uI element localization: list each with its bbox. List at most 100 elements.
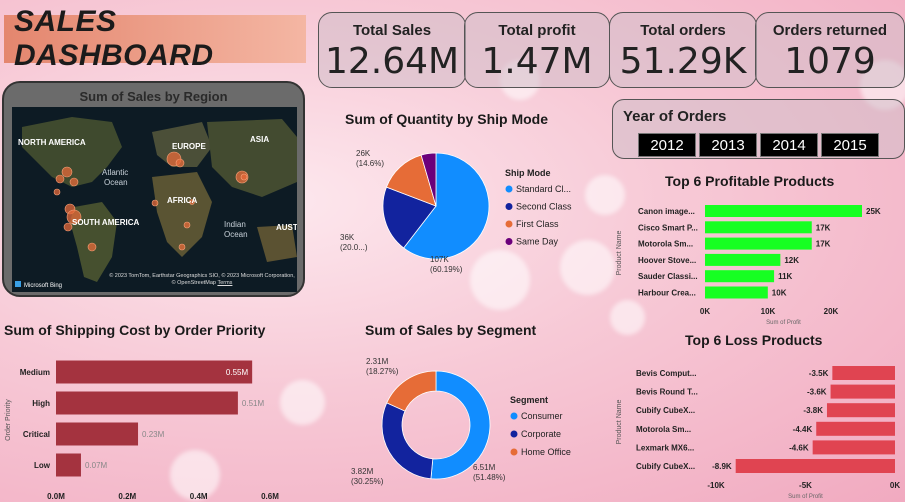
legend-item[interactable]: Consumer xyxy=(521,411,563,421)
pie-chart-ship-mode[interactable]: 107K (60.19%) 36K (20.0...) 26K (14.6%) Ship M… xyxy=(318,132,608,292)
legend-item[interactable]: Same Day xyxy=(516,237,559,247)
sales-bubble[interactable] xyxy=(151,199,159,207)
x-tick-label: 0.6M xyxy=(261,492,279,501)
x-axis-label: Sum of Profit xyxy=(766,320,801,326)
x-tick-label: 0.2M xyxy=(118,492,136,501)
bar[interactable] xyxy=(56,360,253,384)
map-region-label: EUROPE xyxy=(172,142,206,151)
map-card-sales-by-region[interactable]: Sum of Sales by Region NORTH AMERICA EUR… xyxy=(2,81,305,297)
data-label: 10K xyxy=(772,289,787,298)
year-slicer-label: Year of Orders xyxy=(623,108,727,125)
bar[interactable] xyxy=(56,453,81,477)
year-button-2013[interactable]: 2013 xyxy=(699,133,757,157)
sales-bubble[interactable] xyxy=(178,243,186,251)
bar[interactable] xyxy=(705,221,812,234)
bing-logo-icon xyxy=(15,281,21,287)
legend-marker xyxy=(505,203,513,210)
legend-marker xyxy=(505,185,513,193)
chart-title-shipping-cost: Sum of Shipping Cost by Order Priority xyxy=(4,322,266,338)
data-label: -3.8K xyxy=(803,406,823,415)
data-label: 25K xyxy=(866,207,881,216)
sales-bubble[interactable] xyxy=(61,166,73,178)
data-label: 0.23M xyxy=(142,430,165,439)
bar-chart-shipping-cost[interactable]: Medium 0.55M High 0.51M Critical 0.23M Low 0.07… xyxy=(0,345,305,502)
map-terms-link[interactable]: Terms xyxy=(217,280,232,286)
legend-item[interactable]: Standard Cl... xyxy=(516,184,571,194)
legend-item[interactable]: First Class xyxy=(516,219,559,229)
bar-chart-top-loss[interactable]: Bevis Comput... -3.5K Bevis Round T... -3.6… xyxy=(610,352,905,502)
chart-title-ship-mode: Sum of Quantity by Ship Mode xyxy=(345,111,548,127)
y-axis-label: Order Priority xyxy=(5,399,12,441)
sales-bubble[interactable] xyxy=(240,173,248,181)
x-tick-label: 0K xyxy=(700,307,710,316)
category-label: Sauder Classi... xyxy=(638,272,698,281)
bar[interactable] xyxy=(56,422,139,446)
x-tick-label: 10K xyxy=(761,307,776,316)
year-button-2012[interactable]: 2012 xyxy=(638,133,696,157)
map-ocean-label: Indian xyxy=(224,220,246,229)
bar[interactable] xyxy=(816,421,895,436)
category-label: Medium xyxy=(20,368,50,377)
kpi-card-orders-returned[interactable]: Orders returned 1079 xyxy=(755,12,905,88)
dashboard-title-banner: SALES DASHBOARD xyxy=(4,5,306,72)
bar-chart-top-profitable[interactable]: Canon image... 25K Cisco Smart P... 17K Moto… xyxy=(610,193,905,333)
sales-bubble[interactable] xyxy=(183,221,191,229)
category-label: Cubify CubeX... xyxy=(636,406,695,415)
bar[interactable] xyxy=(705,237,812,250)
year-button-2014[interactable]: 2014 xyxy=(760,133,818,157)
map-title: Sum of Sales by Region xyxy=(79,89,228,104)
legend-item[interactable]: Home Office xyxy=(521,447,571,457)
bar[interactable] xyxy=(830,384,895,399)
legend-marker xyxy=(510,430,518,438)
sales-bubble[interactable] xyxy=(87,242,97,252)
kpi-label: Total profit xyxy=(498,22,576,39)
sales-bubble[interactable] xyxy=(69,177,79,187)
map-ocean-label: Atlantic xyxy=(102,168,128,177)
bar[interactable] xyxy=(705,205,862,217)
map-ocean-label: Ocean xyxy=(104,178,128,187)
legend-item[interactable]: Second Class xyxy=(516,202,572,212)
kpi-value: 1079 xyxy=(784,41,876,82)
sales-bubble[interactable] xyxy=(53,188,61,196)
data-label: 0.07M xyxy=(85,461,108,470)
bar[interactable] xyxy=(735,459,895,473)
legend-item[interactable]: Corporate xyxy=(521,429,561,439)
data-label: 17K xyxy=(816,223,831,232)
sales-bubble[interactable] xyxy=(55,174,65,184)
year-button-2015[interactable]: 2015 xyxy=(821,133,879,157)
pie-slice-home-office[interactable] xyxy=(386,370,437,412)
kpi-label: Total Sales xyxy=(352,22,432,39)
legend-marker xyxy=(510,412,518,420)
kpi-card-total-orders[interactable]: Total orders 51.29K xyxy=(609,12,757,88)
data-label: 11K xyxy=(778,272,792,281)
bar[interactable] xyxy=(56,391,238,415)
bar[interactable] xyxy=(826,403,895,418)
x-tick-label: -5K xyxy=(799,481,812,490)
sales-bubble[interactable] xyxy=(63,222,73,232)
map-copyright: © 2023 TomTom, Earthstar Geographics SIO… xyxy=(109,273,295,286)
x-tick-label: -10K xyxy=(707,481,725,490)
kpi-value: 1.47M xyxy=(481,41,593,82)
world-map[interactable]: NORTH AMERICA EUROPE ASIA Atlantic Ocean… xyxy=(12,107,297,292)
map-region-label: NORTH AMERICA xyxy=(18,138,86,147)
map-region-label: SOUTH AMERICA xyxy=(72,218,139,227)
bar[interactable] xyxy=(832,366,895,380)
data-label: 3.82M (30.25%) xyxy=(351,467,384,486)
legend-title: Segment xyxy=(510,395,548,405)
legend-marker xyxy=(510,448,518,456)
bar[interactable] xyxy=(812,440,895,455)
bar[interactable] xyxy=(705,286,768,299)
kpi-label: Orders returned xyxy=(772,22,888,39)
category-label: Critical xyxy=(23,430,50,439)
bar[interactable] xyxy=(705,253,781,266)
pie-slice-corporate[interactable] xyxy=(381,402,434,480)
kpi-card-total-profit[interactable]: Total profit 1.47M xyxy=(464,12,610,88)
bar[interactable] xyxy=(705,270,775,283)
legend-marker xyxy=(505,238,513,245)
kpi-card-total-sales[interactable]: Total Sales 12.64M xyxy=(318,12,466,88)
sales-bubble[interactable] xyxy=(175,158,185,168)
donut-chart-segment[interactable]: 6.51M (51.48%) 3.82M (30.25%) 2.31M (18.27%) S… xyxy=(318,344,608,502)
category-label: Canon image... xyxy=(638,207,695,216)
landmass-asia xyxy=(207,119,297,197)
data-label: 107K (60.19%) xyxy=(430,255,463,274)
